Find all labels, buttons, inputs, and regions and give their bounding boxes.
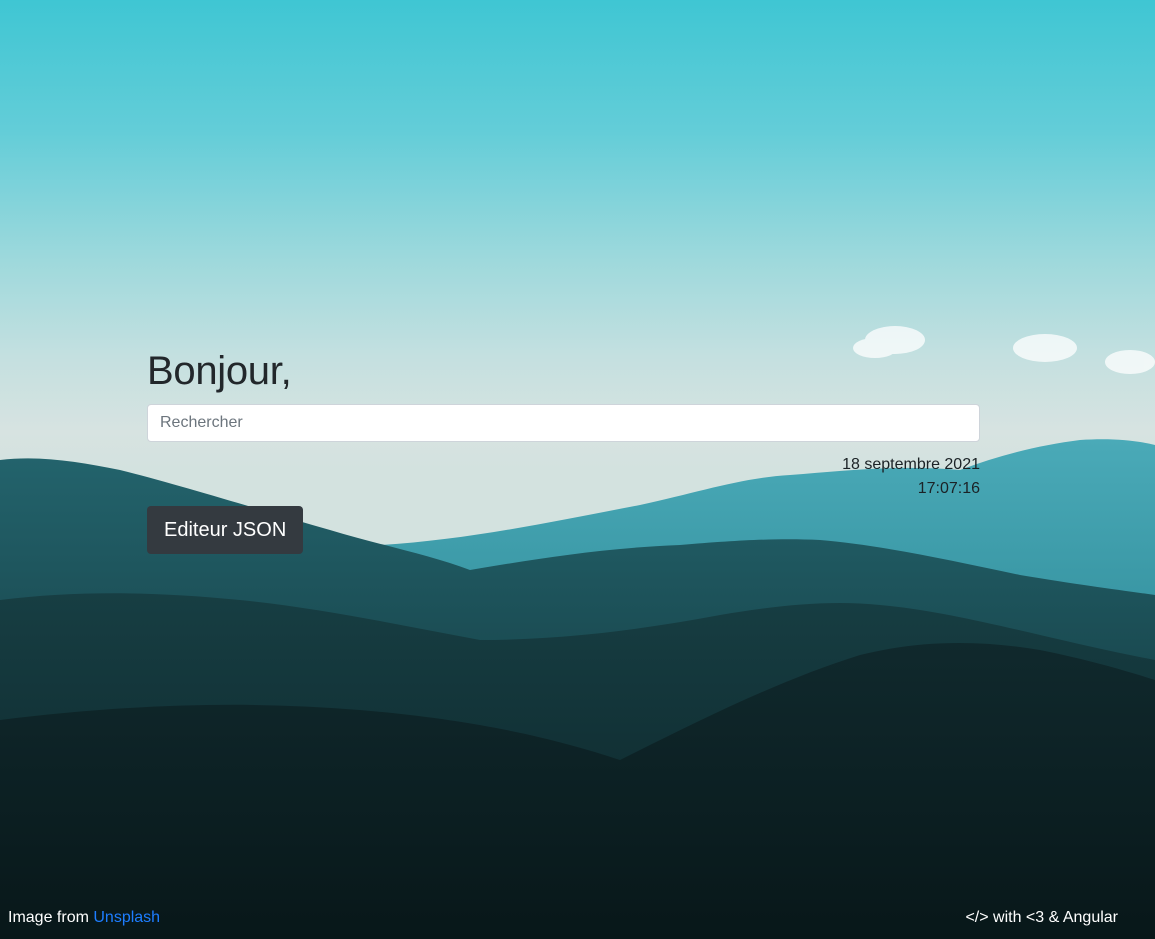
image-credit: Image from Unsplash <box>8 908 160 928</box>
json-editor-button[interactable]: Editeur JSON <box>147 506 304 554</box>
main-content: Bonjour, 18 septembre 2021 17:07:16 Edit… <box>147 345 980 554</box>
search-input[interactable] <box>147 404 980 442</box>
greeting-title: Bonjour, <box>147 349 292 393</box>
datetime-display: 18 septembre 2021 17:07:16 <box>147 453 980 501</box>
unsplash-link[interactable]: Unsplash <box>93 909 160 926</box>
background-page: Bonjour, 18 septembre 2021 17:07:16 Edit… <box>0 0 1155 939</box>
current-date: 18 septembre 2021 <box>842 456 980 473</box>
current-time: 17:07:16 <box>917 480 980 497</box>
image-credit-text: Image from <box>8 909 94 926</box>
made-with-text: </> with <3 & Angular <box>965 909 1118 926</box>
